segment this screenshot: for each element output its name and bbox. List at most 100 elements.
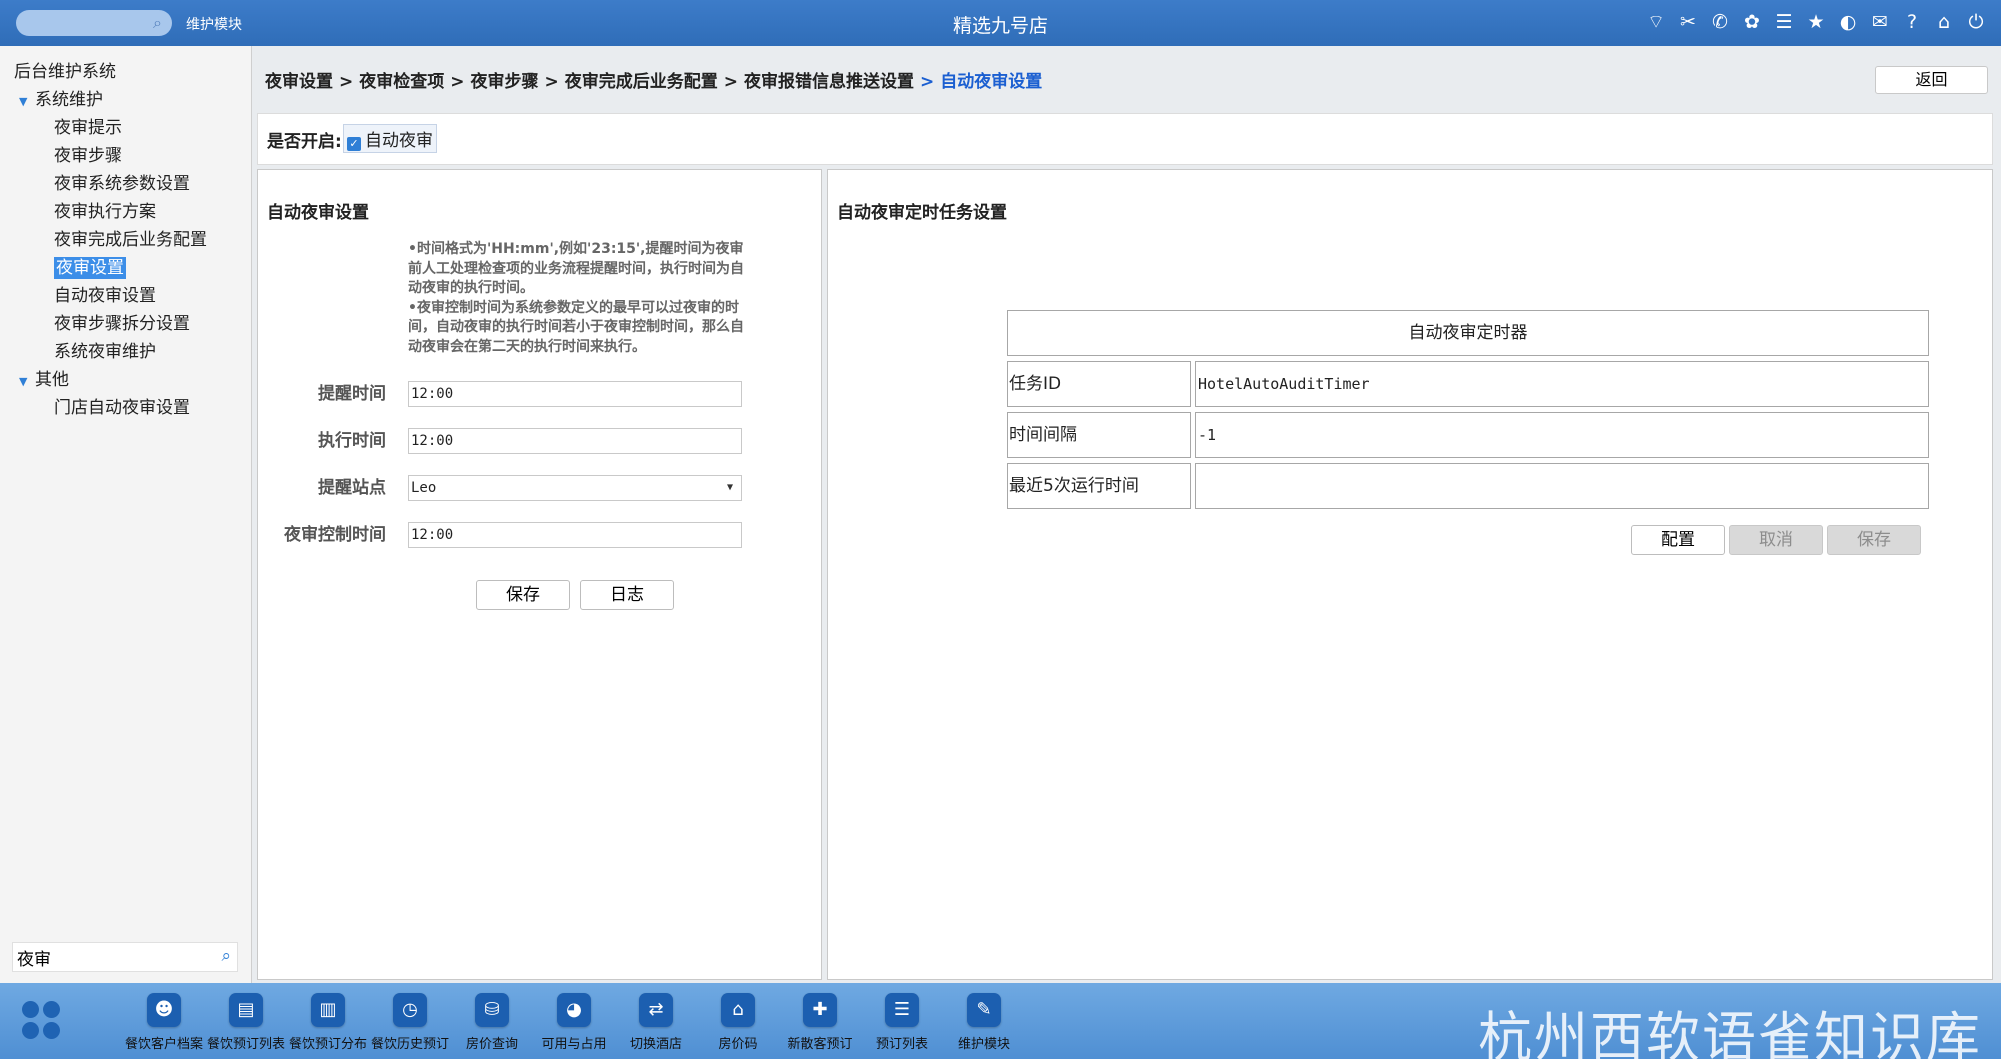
mail-icon[interactable]: ✉: [1869, 10, 1891, 34]
timer-value: -1: [1195, 412, 1929, 458]
quick-launch-item[interactable]: ✎ 维护模块: [943, 993, 1025, 1052]
field-label: 提醒时间: [318, 384, 386, 404]
quick-launch-item[interactable]: ◕ 可用与占用: [533, 993, 615, 1052]
home-icon[interactable]: ⌂: [1933, 10, 1955, 34]
module-name[interactable]: 维护模块: [186, 14, 242, 34]
field-label: 夜审控制时间: [284, 525, 386, 545]
quick-launch-item[interactable]: ▥ 餐饮预订分布: [287, 993, 369, 1052]
list-icon[interactable]: ☰: [885, 993, 919, 1027]
menu-search-input[interactable]: [13, 943, 193, 971]
help-icon[interactable]: ?: [1901, 10, 1923, 34]
quick-launch-item[interactable]: ⌂ 房价码: [697, 993, 779, 1052]
help-note: •时间格式为'HH:mm',例如'23:15',提醒时间为夜审前人工处理检查项的…: [408, 241, 744, 355]
breadcrumb-current: 自动夜审设置: [940, 72, 1043, 92]
power-icon[interactable]: ⏻: [1965, 10, 1987, 34]
app-logo-icon[interactable]: [22, 1001, 62, 1041]
building-icon[interactable]: ▥: [311, 993, 345, 1027]
panel-title: 自动夜审定时任务设置: [837, 203, 1007, 223]
quick-launch-item[interactable]: ☻ 餐饮客户档案: [123, 993, 205, 1052]
sidebar-item[interactable]: 自动夜审设置: [14, 282, 207, 310]
search-icon[interactable]: ⌕: [153, 13, 162, 33]
wifi-icon[interactable]: ⌔: [1645, 10, 1667, 34]
caret-down-icon[interactable]: ▼: [19, 368, 29, 396]
breadcrumb-link[interactable]: 夜审完成后业务配置: [565, 72, 718, 92]
global-search-input[interactable]: ⌕: [16, 10, 172, 36]
sidebar-item[interactable]: 夜审执行方案: [14, 198, 207, 226]
dropdown-arrow-icon[interactable]: ▼: [727, 476, 733, 500]
database-icon[interactable]: ⛁: [475, 993, 509, 1027]
caret-down-icon[interactable]: ▼: [19, 88, 29, 116]
quick-launch-item[interactable]: ☰ 预订列表: [861, 993, 943, 1052]
sidebar-item[interactable]: 夜审步骤: [14, 142, 207, 170]
remind-station-row: 提醒站点 Leo ▼: [258, 475, 823, 501]
remind-time-row: 提醒时间 12:00: [258, 381, 823, 407]
table-row: 时间间隔 -1: [1007, 412, 1929, 458]
sidebar-item[interactable]: 夜审步骤拆分设置: [14, 310, 207, 338]
cancel-button[interactable]: 取消: [1729, 525, 1823, 555]
sidebar-item-selected[interactable]: 夜审设置: [14, 254, 207, 282]
breadcrumb-link[interactable]: 夜审设置: [265, 72, 333, 92]
wrench-icon[interactable]: ✎: [967, 993, 1001, 1027]
phone-icon[interactable]: ✆: [1709, 10, 1731, 34]
tree-group-other[interactable]: ▼ 其他: [14, 366, 207, 394]
tree-group-system[interactable]: ▼ 系统维护: [14, 86, 207, 114]
log-button[interactable]: 日志: [580, 580, 674, 610]
star-icon[interactable]: ★: [1805, 10, 1827, 34]
switch-icon[interactable]: ⇄: [639, 993, 673, 1027]
pie-chart-icon[interactable]: ◕: [557, 993, 591, 1027]
watermark: 杭州西软语雀知识库: [1478, 1006, 1982, 1059]
quick-launch-item[interactable]: ✚ 新散客预订: [779, 993, 861, 1052]
nav-tree: 后台维护系统 ▼ 系统维护 夜审提示 夜审步骤 夜审系统参数设置 夜审执行方案 夜…: [14, 58, 207, 422]
sidebar-item[interactable]: 门店自动夜审设置: [14, 394, 207, 422]
remind-station-select[interactable]: Leo ▼: [408, 475, 742, 501]
auto-audit-checkbox[interactable]: ✓ 自动夜审: [343, 124, 437, 153]
config-button[interactable]: 配置: [1631, 525, 1725, 555]
breadcrumb-link[interactable]: 夜审检查项: [359, 72, 444, 92]
menu-icon[interactable]: ☰: [1773, 10, 1795, 34]
timer-key: 时间间隔: [1007, 412, 1191, 458]
timer-key: 最近5次运行时间: [1007, 463, 1191, 509]
execute-time-input[interactable]: 12:00: [408, 428, 742, 454]
audit-control-time-row: 夜审控制时间 12:00: [258, 522, 823, 548]
enable-row: 是否开启: ✓ 自动夜审: [257, 113, 1993, 165]
back-button[interactable]: 返回: [1875, 66, 1988, 94]
auto-audit-settings-panel: 自动夜审设置 •时间格式为'HH:mm',例如'23:15',提醒时间为夜审前人…: [257, 169, 822, 980]
save-button[interactable]: 保存: [1827, 525, 1921, 555]
quick-launch: ☻ 餐饮客户档案 ▤ 餐饮预订列表 ▥ 餐饮预订分布 ◷ 餐饮历史预订 ⛁ 房价查询 ◕ 可…: [123, 993, 1025, 1052]
quick-launch-item[interactable]: ▤ 餐饮预订列表: [205, 993, 287, 1052]
tools-icon[interactable]: ✂: [1677, 10, 1699, 34]
tree-root[interactable]: 后台维护系统: [14, 58, 207, 86]
sidebar-item[interactable]: 系统夜审维护: [14, 338, 207, 366]
save-button[interactable]: 保存: [476, 580, 570, 610]
top-bar: ⌕ 维护模块 精选九号店 ⌔ ✂ ✆ ✿ ☰ ★ ◐ ✉ ? ⌂ ⏻: [0, 0, 2001, 46]
breadcrumb-link[interactable]: 夜审报错信息推送设置: [744, 72, 914, 92]
search-icon[interactable]: ⌕: [221, 946, 231, 966]
timer-task-panel: 自动夜审定时任务设置 自动夜审定时器 任务ID HotelAutoAuditTi…: [827, 169, 1993, 980]
contrast-icon[interactable]: ◐: [1837, 10, 1859, 34]
quick-launch-item[interactable]: ◷ 餐饮历史预订: [369, 993, 451, 1052]
clipboard-icon[interactable]: ▤: [229, 993, 263, 1027]
field-label: 执行时间: [318, 431, 386, 451]
sidebar-item[interactable]: 夜审系统参数设置: [14, 170, 207, 198]
enable-label: 是否开启:: [267, 132, 342, 152]
quick-launch-item[interactable]: ⇄ 切换酒店: [615, 993, 697, 1052]
user-icon[interactable]: ☻: [147, 993, 181, 1027]
breadcrumb: 夜审设置 > 夜审检查项 > 夜审步骤 > 夜审完成后业务配置 > 夜审报错信息推送设置 > 自动夜…: [265, 72, 1043, 92]
timer-table: 自动夜审定时器 任务ID HotelAutoAuditTimer 时间间隔 -1…: [1007, 310, 1929, 509]
sidebar-item[interactable]: 夜审提示: [14, 114, 207, 142]
palette-icon[interactable]: ✿: [1741, 10, 1763, 34]
remind-time-input[interactable]: 12:00: [408, 381, 742, 407]
execute-time-row: 执行时间 12:00: [258, 428, 823, 454]
quick-launch-item[interactable]: ⛁ 房价查询: [451, 993, 533, 1052]
user-add-icon[interactable]: ✚: [803, 993, 837, 1027]
sidebar-item[interactable]: 夜审完成后业务配置: [14, 226, 207, 254]
audit-control-time-input[interactable]: 12:00: [408, 522, 742, 548]
panel-title: 自动夜审设置: [267, 203, 369, 223]
clock-icon[interactable]: ◷: [393, 993, 427, 1027]
timer-key: 任务ID: [1007, 361, 1191, 407]
home-icon[interactable]: ⌂: [721, 993, 755, 1027]
breadcrumb-link[interactable]: 夜审步骤: [471, 72, 539, 92]
toolbar-icons: ⌔ ✂ ✆ ✿ ☰ ★ ◐ ✉ ? ⌂ ⏻: [1645, 10, 1987, 34]
menu-search-box: ⌕: [12, 942, 238, 972]
check-icon[interactable]: ✓: [347, 137, 361, 151]
